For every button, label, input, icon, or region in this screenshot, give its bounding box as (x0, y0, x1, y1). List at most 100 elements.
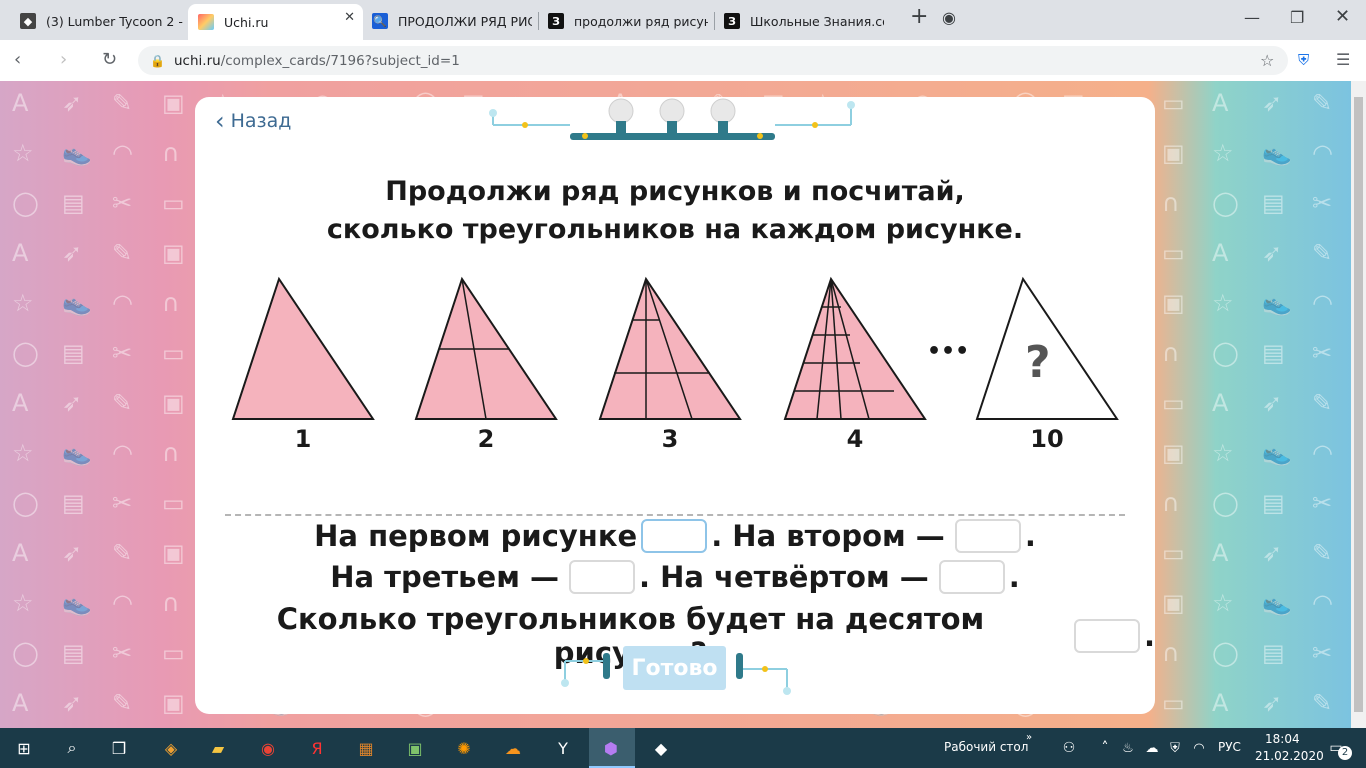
tab-znaniya-1[interactable]: З продолжи ряд рисунк (548, 6, 708, 36)
pattern-icon: ◠ (1312, 439, 1333, 467)
odnoklassniki-icon[interactable]: ✺ (453, 737, 475, 759)
language-indicator[interactable]: РУС (1218, 740, 1241, 754)
shield-icon[interactable]: ⛨ (1164, 737, 1186, 759)
pattern-icon: ▭ (162, 489, 185, 517)
minimize-icon[interactable]: — (1244, 8, 1260, 27)
tray-icon[interactable]: ♨ (1117, 737, 1139, 759)
lock-icon: 🔒 (150, 53, 165, 68)
answer-input-1[interactable] (641, 519, 708, 553)
tab-uchi[interactable]: Uchi.ru ✕ (188, 4, 363, 40)
pattern-icon: ✂ (112, 489, 133, 517)
winrar-icon[interactable]: ▦ (355, 737, 377, 759)
roblox-icon[interactable]: ◆ (650, 737, 672, 759)
pattern-icon: A (12, 539, 29, 567)
pattern-icon: ◠ (112, 289, 133, 317)
answer-input-2[interactable] (954, 519, 1021, 553)
pattern-icon: ✎ (112, 89, 133, 117)
question-line-1: На первом рисунке . На втором — . (314, 519, 1036, 553)
clock-date[interactable]: 21.02.2020 (1255, 749, 1324, 763)
pattern-icon: ✂ (1312, 639, 1333, 667)
pattern-icon: A (12, 239, 29, 267)
new-tab-icon[interactable]: + (910, 4, 928, 29)
back-button[interactable]: ‹ Назад (215, 109, 291, 133)
forward-arrow-icon[interactable]: › (60, 49, 67, 70)
folder-icon[interactable]: ▰ (207, 737, 229, 759)
pattern-icon: ▤ (62, 639, 85, 667)
app-icon[interactable]: ◈ (160, 737, 182, 759)
pattern-icon: 👟 (1262, 139, 1292, 167)
reload-icon[interactable]: ↻ (102, 49, 117, 70)
pattern-icon: ▭ (1162, 239, 1185, 267)
pattern-icon: ◯ (12, 489, 39, 517)
pattern-icon: ◠ (112, 139, 133, 167)
chevron-icon[interactable]: » (1026, 732, 1032, 743)
pattern-icon: ▤ (1262, 489, 1285, 517)
answer-input-10[interactable] (1073, 619, 1140, 653)
star-icon[interactable]: ☆ (1260, 51, 1274, 70)
pattern-icon: A (1212, 689, 1229, 717)
clock-time[interactable]: 18:04 (1265, 732, 1300, 746)
people-icon[interactable]: ⚇ (1058, 737, 1080, 759)
tab-title: Uchi.ru (224, 14, 269, 30)
pattern-icon: ☆ (1212, 139, 1234, 167)
app-active-icon[interactable]: ⬢ (600, 737, 622, 759)
pattern-icon: ▣ (1162, 139, 1185, 167)
task-view-icon[interactable]: ❒ (108, 737, 130, 759)
pattern-icon: ∩ (162, 439, 180, 467)
pattern-icon: ☆ (1212, 439, 1234, 467)
tab-search[interactable]: 🔍 ПРОДОЛЖИ РЯД РИС (372, 6, 532, 36)
back-arrow-icon[interactable]: ‹ (14, 49, 21, 70)
pattern-icon: ➶ (1262, 89, 1283, 117)
pattern-icon: ☆ (1212, 289, 1234, 317)
yandex-browser-icon[interactable]: Я (306, 737, 328, 759)
menu-icon[interactable]: ☰ (1336, 50, 1350, 69)
pattern-icon: ✎ (112, 239, 133, 267)
tab-lumber-tycoon[interactable]: ◆ (3) Lumber Tycoon 2 - R (20, 6, 190, 36)
pattern-icon: ◯ (1212, 189, 1239, 217)
pattern-icon: ✎ (1312, 239, 1333, 267)
pattern-icon: ▣ (1162, 289, 1185, 317)
triangle-1 (231, 276, 375, 420)
pattern-icon: 👟 (1262, 439, 1292, 467)
desktop-label[interactable]: Рабочий стол (944, 740, 1028, 754)
pattern-icon: ✂ (1312, 339, 1333, 367)
chrome-icon[interactable]: ◉ (257, 737, 279, 759)
pattern-icon: ◯ (1212, 639, 1239, 667)
chevron-up-icon[interactable]: ˄ (1094, 737, 1116, 759)
pattern-icon: ✂ (112, 339, 133, 367)
pattern-icon: ∩ (162, 139, 180, 167)
yandex-icon[interactable]: Y (552, 737, 574, 759)
pattern-icon: ▤ (62, 339, 85, 367)
maximize-icon[interactable]: ❐ (1290, 8, 1304, 27)
uc-browser-icon[interactable]: ☁ (502, 737, 524, 759)
pattern-icon: A (12, 689, 29, 717)
answer-input-3[interactable] (569, 560, 635, 594)
answer-input-4[interactable] (938, 560, 1005, 594)
pattern-icon: A (1212, 389, 1229, 417)
tab-title: (3) Lumber Tycoon 2 - R (46, 13, 190, 29)
tab-znaniya-2[interactable]: З Школьные Знания.com (724, 6, 884, 36)
pattern-icon: ▣ (162, 539, 185, 567)
incognito-icon[interactable]: ◉ (942, 8, 956, 27)
address-bar[interactable]: 🔒 uchi.ru/complex_cards/7196?subject_id=… (138, 46, 1288, 75)
pattern-icon: ☆ (12, 589, 34, 617)
shield-icon[interactable]: ⛨ (1298, 51, 1309, 69)
close-icon[interactable]: ✕ (344, 10, 355, 25)
scrollbar[interactable] (1351, 81, 1366, 728)
pattern-icon: ▭ (162, 339, 185, 367)
ready-button[interactable]: Готово (623, 646, 726, 690)
game-icon[interactable]: ▣ (404, 737, 426, 759)
pattern-icon: ➶ (62, 389, 83, 417)
pattern-icon: A (1212, 539, 1229, 567)
pattern-icon: ✎ (1312, 89, 1333, 117)
windows-start-icon[interactable]: ⊞ (13, 737, 35, 759)
search-icon[interactable]: ⌕ (61, 737, 83, 759)
cloud-icon[interactable]: ☁ (1141, 737, 1163, 759)
task-card: ‹ Назад Продолжи ряд рисунков и посчитай… (195, 97, 1155, 714)
roblox-icon: ◆ (20, 13, 36, 29)
znaniya-icon: З (724, 13, 740, 29)
close-window-icon[interactable]: ✕ (1335, 6, 1350, 27)
wifi-icon[interactable]: ◠ (1188, 737, 1210, 759)
pattern-icon: ∩ (1162, 189, 1180, 217)
task-title: Продолжи ряд рисунков и посчитай, скольк… (326, 176, 1024, 245)
